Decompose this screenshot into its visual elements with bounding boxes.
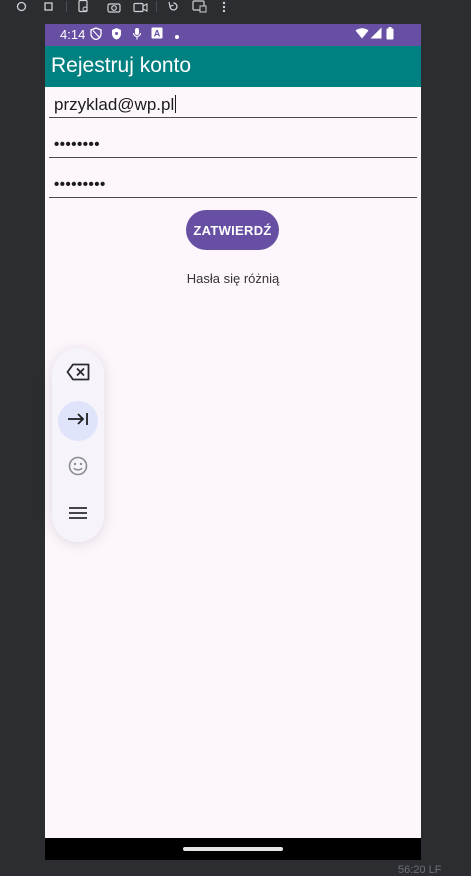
confirm-password-value: •••••••••	[54, 176, 106, 193]
password-value: ••••••••	[54, 136, 101, 153]
status-time: 4:14	[60, 27, 86, 42]
camera-icon[interactable]	[106, 0, 122, 13]
more-vert-icon[interactable]	[218, 0, 230, 13]
tab-arrow-icon	[67, 412, 89, 431]
home-gesture-handle[interactable]	[183, 847, 283, 851]
menu-icon	[68, 506, 88, 525]
page-title: Rejestruj konto	[51, 54, 192, 77]
dot-icon	[174, 31, 180, 43]
text-caret	[175, 95, 177, 113]
ide-status-text: 56:20 LF	[398, 864, 442, 876]
backspace-button[interactable]	[58, 354, 98, 394]
keyboard-floating-toolbar	[52, 348, 104, 542]
video-icon[interactable]	[132, 0, 148, 13]
emoji-icon	[68, 456, 88, 481]
ide-toolbar	[0, 0, 471, 14]
email-value: przyklad@wp.pl	[54, 95, 175, 114]
password-field[interactable]: ••••••••	[49, 131, 417, 158]
device-settings-icon[interactable]	[76, 0, 90, 13]
status-bar: 4:14 A	[45, 24, 421, 46]
wifi-icon	[355, 27, 369, 42]
battery-icon	[386, 27, 394, 43]
font-a-icon: A	[151, 27, 163, 42]
vpn-shield-icon	[90, 27, 102, 43]
error-message: Hasła się różnią	[186, 271, 280, 286]
menu-button[interactable]	[58, 495, 98, 535]
confirm-password-field[interactable]: •••••••••	[49, 171, 417, 198]
tab-button[interactable]	[58, 401, 98, 441]
square-icon[interactable]	[42, 0, 55, 13]
email-value-wrap: przyklad@wp.pl	[54, 95, 177, 115]
email-field[interactable]: przyklad@wp.pl	[49, 91, 417, 118]
mic-icon	[132, 27, 142, 43]
toolbar-separator	[66, 1, 67, 12]
emoji-button[interactable]	[58, 448, 98, 488]
device-screen-icon[interactable]	[191, 0, 207, 13]
circle-icon[interactable]	[15, 0, 28, 13]
navigation-bar	[45, 838, 421, 860]
rotate-icon[interactable]	[166, 0, 180, 13]
submit-button[interactable]: ZATWIERDŹ	[186, 210, 279, 250]
register-form: przyklad@wp.pl •••••••• ••••••••• ZATWIE…	[45, 87, 421, 838]
shield-icon	[111, 27, 122, 43]
emulator-screen: 4:14 A Rejestruj konto przyklad@wp.pl ••…	[45, 24, 421, 860]
toolbar-separator	[156, 1, 157, 12]
signal-icon	[370, 27, 382, 42]
svg-text:A: A	[154, 29, 161, 39]
app-bar: Rejestruj konto	[45, 46, 421, 87]
backspace-icon	[66, 363, 90, 386]
